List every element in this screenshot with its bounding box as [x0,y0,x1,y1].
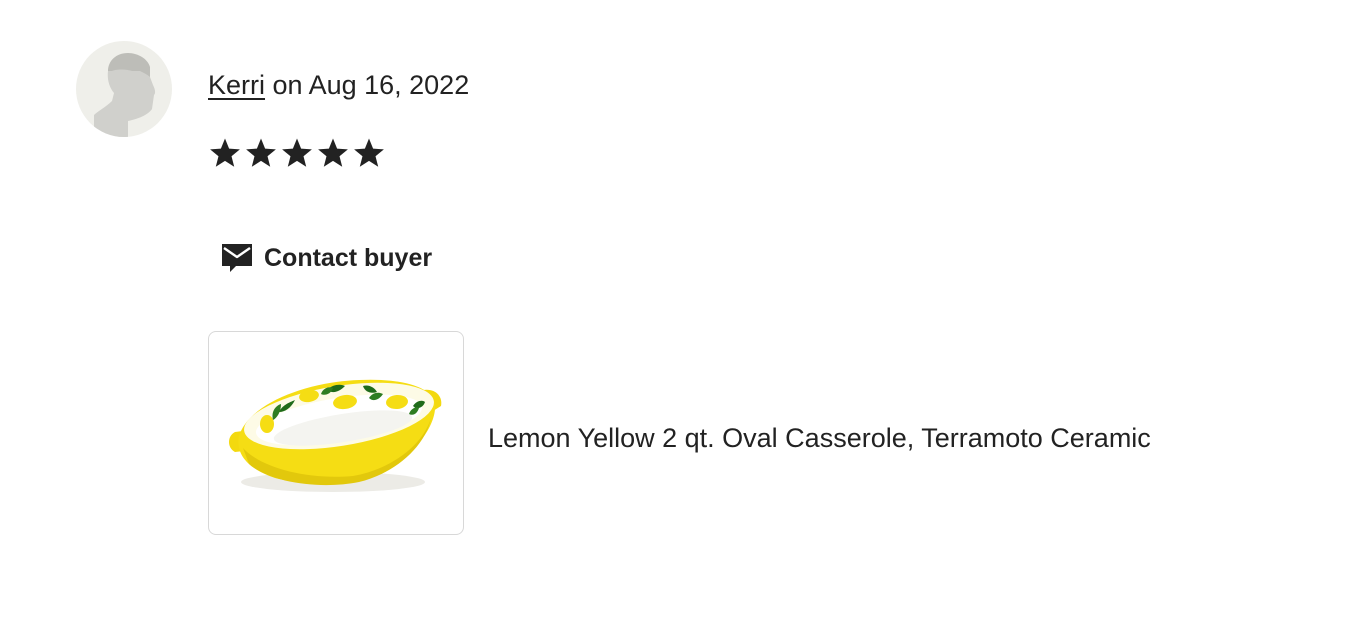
star-icon [208,136,242,170]
envelope-message-icon [220,240,254,277]
star-rating [208,136,386,170]
star-icon [352,136,386,170]
avatar[interactable] [76,41,172,137]
product-thumbnail[interactable] [208,331,464,535]
star-icon [280,136,314,170]
star-icon [244,136,278,170]
star-icon [316,136,350,170]
reviewer-name-link[interactable]: Kerri [208,70,265,100]
default-user-silhouette-icon [94,53,156,137]
review-card: Kerri on Aug 16, 2022 Contact buyer Lemo… [0,0,1350,632]
casserole-dish-image [229,379,442,492]
product-title-link[interactable]: Lemon Yellow 2 qt. Oval Casserole, Terra… [488,420,1151,456]
contact-buyer-button[interactable]: Contact buyer [220,240,432,277]
review-byline: Kerri on Aug 16, 2022 [208,68,469,102]
review-date: on Aug 16, 2022 [272,70,470,100]
contact-buyer-label: Contact buyer [264,244,433,272]
